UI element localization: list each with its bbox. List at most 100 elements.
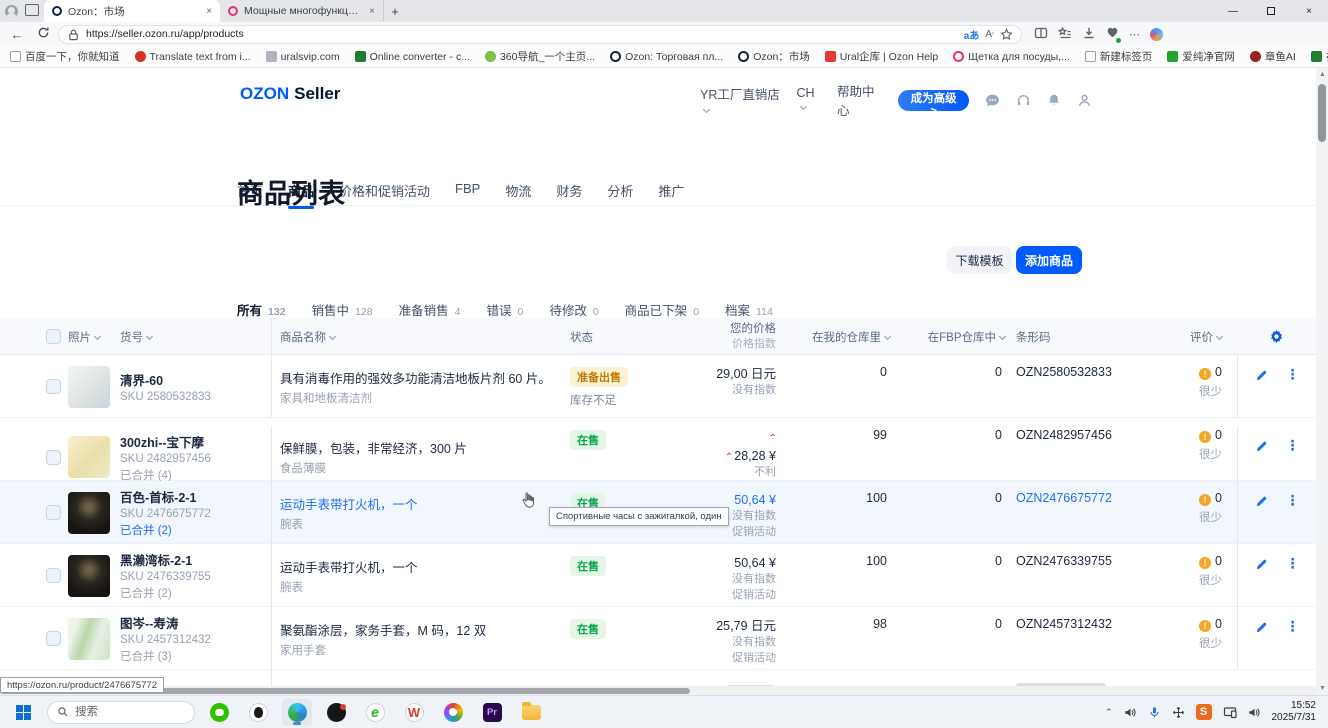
tray-microphone-icon[interactable] bbox=[1148, 706, 1161, 719]
merged-link[interactable]: 已合并 (3) bbox=[120, 648, 271, 664]
table-row[interactable]: 黑濑湾标-2-1SKU 2476339755已合并 (2) 运动手表带打火机，一… bbox=[0, 544, 1316, 607]
product-image[interactable] bbox=[68, 555, 110, 597]
collections-icon[interactable] bbox=[1058, 26, 1072, 43]
tab-close-icon[interactable]: × bbox=[206, 6, 212, 17]
maximize-button[interactable] bbox=[1252, 0, 1290, 22]
bookmark-item[interactable]: Ozon：市场 bbox=[738, 49, 810, 64]
tray-move-tool-icon[interactable] bbox=[1172, 706, 1185, 719]
row-menu-icon[interactable]: ⋮ bbox=[1286, 369, 1300, 379]
translate-icon[interactable]: aあ bbox=[964, 27, 980, 42]
product-image[interactable] bbox=[68, 366, 110, 408]
bookmark-item[interactable]: 百度一下，你就知道 bbox=[10, 49, 120, 64]
address-bar[interactable]: https://seller.ozon.ru/app/products aあ A… bbox=[58, 25, 1022, 44]
table-row[interactable]: 清界-60SKU 2580532833 具有消毒作用的强效多功能清洁地板片剂 6… bbox=[0, 355, 1316, 418]
product-image[interactable] bbox=[68, 492, 110, 534]
row-checkbox[interactable] bbox=[46, 568, 61, 583]
taskbar-wps-icon[interactable]: W bbox=[399, 699, 429, 726]
row-menu-icon[interactable]: ⋮ bbox=[1286, 621, 1300, 631]
start-button[interactable] bbox=[8, 699, 38, 726]
col-rating[interactable]: 评价 bbox=[1156, 329, 1222, 345]
taskbar-browser-e-icon[interactable]: e bbox=[360, 699, 390, 726]
taskbar-search[interactable] bbox=[47, 701, 195, 724]
minimize-button[interactable]: — bbox=[1214, 0, 1252, 22]
table-row-partial[interactable] bbox=[0, 670, 1316, 686]
row-checkbox[interactable] bbox=[46, 379, 61, 394]
tray-cast-icon[interactable] bbox=[1223, 705, 1237, 719]
bookmark-item[interactable]: 在线转换器 - 免费... bbox=[1311, 49, 1328, 64]
support-headset-icon[interactable] bbox=[1016, 93, 1031, 108]
tray-sogou-icon[interactable]: S bbox=[1196, 704, 1212, 720]
close-button[interactable]: × bbox=[1290, 0, 1328, 22]
browser-tab-active[interactable]: Ozon：市场 × bbox=[44, 0, 220, 22]
add-product-button[interactable]: 添加商品 bbox=[1016, 246, 1082, 274]
bookmark-item[interactable]: Online converter - c... bbox=[355, 51, 470, 63]
ozon-seller-logo[interactable]: OZONSeller bbox=[235, 81, 340, 105]
product-name-link[interactable]: 具有消毒作用的强效多功能清洁地板片剂 60 片。 bbox=[280, 368, 562, 387]
taskbar-browser-swirl-icon[interactable] bbox=[438, 699, 468, 726]
settings-menu-icon[interactable]: ⋯ bbox=[1129, 28, 1140, 41]
bookmark-item[interactable]: uralsvip.com bbox=[266, 51, 340, 63]
vertical-scrollbar-thumb[interactable] bbox=[1318, 84, 1326, 142]
taskbar-premiere-icon[interactable]: Pr bbox=[477, 699, 507, 726]
col-my-warehouse[interactable]: 在我的仓库里 bbox=[780, 329, 890, 345]
bookmark-item[interactable]: 360导航_一个主页... bbox=[485, 49, 595, 64]
row-checkbox[interactable] bbox=[46, 450, 61, 465]
new-tab-button[interactable]: + bbox=[384, 4, 406, 19]
notifications-bell-icon[interactable] bbox=[1047, 93, 1061, 107]
back-button[interactable]: ← bbox=[6, 27, 28, 42]
product-name-link[interactable]: 运动手表带打火机，一个 bbox=[280, 557, 562, 576]
merged-link[interactable]: 已合并 (2) bbox=[120, 522, 271, 538]
row-menu-icon[interactable]: ⋮ bbox=[1286, 495, 1300, 505]
taskbar-explorer-icon[interactable] bbox=[516, 699, 546, 726]
browser-tab-inactive[interactable]: Мощные многофункциональнь × bbox=[220, 0, 384, 22]
tray-volume-icon[interactable] bbox=[1248, 706, 1261, 719]
chat-icon[interactable] bbox=[985, 93, 1000, 108]
bookmark-item[interactable]: Щетка для посуды,... bbox=[953, 51, 1070, 63]
lock-icon[interactable] bbox=[67, 28, 80, 41]
edit-pencil-icon[interactable] bbox=[1255, 495, 1268, 511]
profile-icon[interactable] bbox=[0, 2, 22, 20]
bookmark-item[interactable]: 爱纯净官网 bbox=[1167, 49, 1235, 64]
copilot-icon[interactable] bbox=[1150, 28, 1163, 41]
bookmark-item[interactable]: Translate text from i... bbox=[135, 51, 251, 63]
bookmark-item[interactable]: 新建标签页 bbox=[1085, 49, 1153, 64]
row-menu-icon[interactable]: ⋮ bbox=[1286, 440, 1300, 450]
row-checkbox[interactable] bbox=[46, 505, 61, 520]
taskbar-wechat-icon[interactable] bbox=[204, 699, 234, 726]
merged-link[interactable]: 已合并 (2) bbox=[120, 585, 271, 601]
downloads-icon[interactable] bbox=[1082, 26, 1096, 43]
workspaces-icon[interactable] bbox=[22, 2, 44, 20]
tray-hidden-icons-chevron[interactable]: ⌃ bbox=[1105, 707, 1113, 718]
taskbar-search-input[interactable] bbox=[75, 706, 185, 718]
scroll-down-arrow[interactable]: ▼ bbox=[1319, 685, 1326, 692]
table-settings-gear-icon[interactable] bbox=[1237, 329, 1316, 344]
scroll-up-arrow[interactable]: ▲ bbox=[1319, 71, 1326, 78]
taskbar-capcut-icon[interactable] bbox=[321, 699, 351, 726]
table-row[interactable]: 300zhi--宝下摩SKU 2482957456已合并 (4) 保鲜膜，包装，… bbox=[0, 418, 1316, 481]
col-fbp-warehouse[interactable]: 在FBP仓库中 bbox=[890, 329, 1005, 345]
taskbar-qq-icon[interactable] bbox=[243, 699, 273, 726]
horizontal-scrollbar[interactable] bbox=[0, 686, 1316, 695]
barcode-link[interactable]: OZN2476675772 bbox=[1016, 481, 1156, 505]
refresh-button[interactable] bbox=[32, 26, 54, 42]
store-selector[interactable]: YR工厂直销店 bbox=[700, 84, 781, 117]
taskbar-clock[interactable]: 15:52 2025/7/31 bbox=[1272, 700, 1321, 725]
account-icon[interactable] bbox=[1077, 93, 1092, 108]
taskbar-edge-icon[interactable] bbox=[282, 699, 312, 726]
bookmark-item[interactable]: Ozon: Торговая пл... bbox=[610, 51, 723, 63]
edit-pencil-icon[interactable] bbox=[1255, 369, 1268, 385]
col-name[interactable]: 商品名称 bbox=[272, 329, 562, 345]
edit-pencil-icon[interactable] bbox=[1255, 440, 1268, 456]
col-art[interactable]: 货号 bbox=[120, 318, 272, 355]
edit-pencil-icon[interactable] bbox=[1255, 621, 1268, 637]
product-image[interactable] bbox=[68, 436, 110, 478]
tab-close-icon[interactable]: × bbox=[369, 6, 375, 17]
bookmark-item[interactable]: Ural企库 | Ozon Help bbox=[825, 49, 938, 64]
row-menu-icon[interactable]: ⋮ bbox=[1286, 558, 1300, 568]
favorite-star-icon[interactable] bbox=[1000, 28, 1013, 41]
product-name-link[interactable]: 保鲜膜，包装，非常经济，300 片 bbox=[280, 438, 562, 457]
language-selector[interactable]: CH bbox=[797, 86, 822, 114]
tray-speaker-icon[interactable] bbox=[1124, 706, 1137, 719]
product-image[interactable] bbox=[68, 618, 110, 660]
row-checkbox[interactable] bbox=[46, 631, 61, 646]
